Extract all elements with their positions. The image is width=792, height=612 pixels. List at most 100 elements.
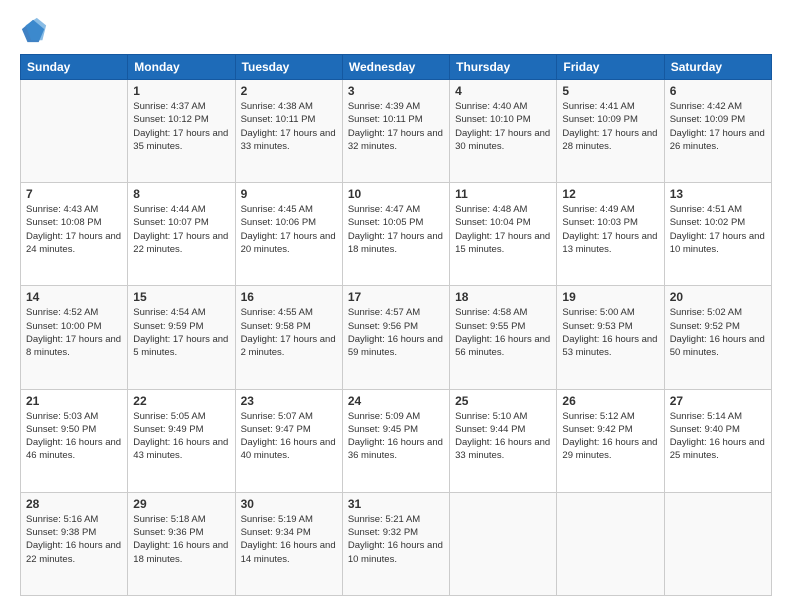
day-info: Sunrise: 4:41 AM Sunset: 10:09 PM Daylig… — [562, 100, 658, 153]
calendar-day-cell — [664, 492, 771, 595]
header-day: Tuesday — [235, 55, 342, 80]
header-day: Thursday — [450, 55, 557, 80]
day-info: Sunrise: 4:54 AM Sunset: 9:59 PM Dayligh… — [133, 306, 229, 359]
calendar-week-row: 14 Sunrise: 4:52 AM Sunset: 10:00 PM Dayl… — [21, 286, 772, 389]
day-number: 30 — [241, 497, 337, 511]
day-number: 17 — [348, 290, 444, 304]
day-info: Sunrise: 4:39 AM Sunset: 10:11 PM Daylig… — [348, 100, 444, 153]
day-info: Sunrise: 4:44 AM Sunset: 10:07 PM Daylig… — [133, 203, 229, 256]
day-number: 10 — [348, 187, 444, 201]
header-day: Friday — [557, 55, 664, 80]
calendar-day-cell: 20 Sunrise: 5:02 AM Sunset: 9:52 PM Dayli… — [664, 286, 771, 389]
calendar-day-cell: 14 Sunrise: 4:52 AM Sunset: 10:00 PM Dayl… — [21, 286, 128, 389]
calendar-day-cell: 23 Sunrise: 5:07 AM Sunset: 9:47 PM Dayli… — [235, 389, 342, 492]
calendar-table: SundayMondayTuesdayWednesdayThursdayFrid… — [20, 54, 772, 596]
day-number: 15 — [133, 290, 229, 304]
day-number: 9 — [241, 187, 337, 201]
calendar-day-cell: 17Sunrise: 4:57 AM Sunset: 9:56 PM Dayli… — [342, 286, 449, 389]
header-day: Sunday — [21, 55, 128, 80]
day-number: 23 — [241, 394, 337, 408]
calendar-week-row: 7 Sunrise: 4:43 AM Sunset: 10:08 PM Dayli… — [21, 183, 772, 286]
calendar-day-cell: 30 Sunrise: 5:19 AM Sunset: 9:34 PM Dayli… — [235, 492, 342, 595]
day-number: 8 — [133, 187, 229, 201]
day-number: 2 — [241, 84, 337, 98]
day-number: 19 — [562, 290, 658, 304]
calendar-day-cell: 1Sunrise: 4:37 AM Sunset: 10:12 PM Dayli… — [128, 80, 235, 183]
logo-icon — [20, 16, 48, 44]
calendar-day-cell: 19 Sunrise: 5:00 AM Sunset: 9:53 PM Dayli… — [557, 286, 664, 389]
day-number: 5 — [562, 84, 658, 98]
day-info: Sunrise: 4:55 AM Sunset: 9:58 PM Dayligh… — [241, 306, 337, 359]
calendar-day-cell: 29 Sunrise: 5:18 AM Sunset: 9:36 PM Dayli… — [128, 492, 235, 595]
day-number: 11 — [455, 187, 551, 201]
calendar-day-cell — [21, 80, 128, 183]
day-info: Sunrise: 4:48 AM Sunset: 10:04 PM Daylig… — [455, 203, 551, 256]
day-info: Sunrise: 5:14 AM Sunset: 9:40 PM Dayligh… — [670, 410, 766, 463]
calendar-day-cell: 21 Sunrise: 5:03 AM Sunset: 9:50 PM Dayli… — [21, 389, 128, 492]
day-info: Sunrise: 5:09 AM Sunset: 9:45 PM Dayligh… — [348, 410, 444, 463]
day-number: 22 — [133, 394, 229, 408]
logo — [20, 16, 52, 44]
calendar-day-cell: 7 Sunrise: 4:43 AM Sunset: 10:08 PM Dayli… — [21, 183, 128, 286]
day-number: 7 — [26, 187, 122, 201]
day-info: Sunrise: 4:49 AM Sunset: 10:03 PM Daylig… — [562, 203, 658, 256]
day-info: Sunrise: 5:21 AM Sunset: 9:32 PM Dayligh… — [348, 513, 444, 566]
day-number: 25 — [455, 394, 551, 408]
day-info: Sunrise: 4:47 AM Sunset: 10:05 PM Daylig… — [348, 203, 444, 256]
day-info: Sunrise: 5:19 AM Sunset: 9:34 PM Dayligh… — [241, 513, 337, 566]
calendar-day-cell: 26 Sunrise: 5:12 AM Sunset: 9:42 PM Dayli… — [557, 389, 664, 492]
calendar-day-cell: 22Sunrise: 5:05 AM Sunset: 9:49 PM Dayli… — [128, 389, 235, 492]
day-info: Sunrise: 4:38 AM Sunset: 10:11 PM Daylig… — [241, 100, 337, 153]
day-number: 29 — [133, 497, 229, 511]
calendar-body: 1Sunrise: 4:37 AM Sunset: 10:12 PM Dayli… — [21, 80, 772, 596]
day-number: 14 — [26, 290, 122, 304]
header — [20, 16, 772, 44]
day-number: 4 — [455, 84, 551, 98]
calendar-day-cell: 24 Sunrise: 5:09 AM Sunset: 9:45 PM Dayli… — [342, 389, 449, 492]
day-number: 12 — [562, 187, 658, 201]
day-number: 26 — [562, 394, 658, 408]
calendar-day-cell — [557, 492, 664, 595]
calendar-day-cell: 12 Sunrise: 4:49 AM Sunset: 10:03 PM Dayl… — [557, 183, 664, 286]
calendar-day-cell: 9 Sunrise: 4:45 AM Sunset: 10:06 PM Dayli… — [235, 183, 342, 286]
page: SundayMondayTuesdayWednesdayThursdayFrid… — [0, 0, 792, 612]
day-info: Sunrise: 5:07 AM Sunset: 9:47 PM Dayligh… — [241, 410, 337, 463]
calendar-day-cell: 31Sunrise: 5:21 AM Sunset: 9:32 PM Dayli… — [342, 492, 449, 595]
header-day: Wednesday — [342, 55, 449, 80]
day-number: 21 — [26, 394, 122, 408]
calendar-day-cell — [450, 492, 557, 595]
day-number: 6 — [670, 84, 766, 98]
day-info: Sunrise: 4:45 AM Sunset: 10:06 PM Daylig… — [241, 203, 337, 256]
day-number: 27 — [670, 394, 766, 408]
calendar-day-cell: 27 Sunrise: 5:14 AM Sunset: 9:40 PM Dayli… — [664, 389, 771, 492]
calendar-day-cell: 10 Sunrise: 4:47 AM Sunset: 10:05 PM Dayl… — [342, 183, 449, 286]
day-number: 13 — [670, 187, 766, 201]
calendar-day-cell: 25 Sunrise: 5:10 AM Sunset: 9:44 PM Dayli… — [450, 389, 557, 492]
calendar-header: SundayMondayTuesdayWednesdayThursdayFrid… — [21, 55, 772, 80]
day-number: 20 — [670, 290, 766, 304]
calendar-day-cell: 13Sunrise: 4:51 AM Sunset: 10:02 PM Dayl… — [664, 183, 771, 286]
day-info: Sunrise: 5:00 AM Sunset: 9:53 PM Dayligh… — [562, 306, 658, 359]
day-info: Sunrise: 4:52 AM Sunset: 10:00 PM Daylig… — [26, 306, 122, 359]
day-number: 1 — [133, 84, 229, 98]
calendar-day-cell: 18 Sunrise: 4:58 AM Sunset: 9:55 PM Dayli… — [450, 286, 557, 389]
calendar-week-row: 1Sunrise: 4:37 AM Sunset: 10:12 PM Dayli… — [21, 80, 772, 183]
calendar-day-cell: 5 Sunrise: 4:41 AM Sunset: 10:09 PM Dayli… — [557, 80, 664, 183]
day-info: Sunrise: 4:43 AM Sunset: 10:08 PM Daylig… — [26, 203, 122, 256]
day-info: Sunrise: 5:02 AM Sunset: 9:52 PM Dayligh… — [670, 306, 766, 359]
day-number: 24 — [348, 394, 444, 408]
day-number: 16 — [241, 290, 337, 304]
day-info: Sunrise: 4:42 AM Sunset: 10:09 PM Daylig… — [670, 100, 766, 153]
day-info: Sunrise: 5:12 AM Sunset: 9:42 PM Dayligh… — [562, 410, 658, 463]
calendar-day-cell: 11 Sunrise: 4:48 AM Sunset: 10:04 PM Dayl… — [450, 183, 557, 286]
calendar-day-cell: 28Sunrise: 5:16 AM Sunset: 9:38 PM Dayli… — [21, 492, 128, 595]
calendar-day-cell: 16 Sunrise: 4:55 AM Sunset: 9:58 PM Dayli… — [235, 286, 342, 389]
day-info: Sunrise: 5:03 AM Sunset: 9:50 PM Dayligh… — [26, 410, 122, 463]
calendar-day-cell: 3Sunrise: 4:39 AM Sunset: 10:11 PM Dayli… — [342, 80, 449, 183]
day-info: Sunrise: 5:10 AM Sunset: 9:44 PM Dayligh… — [455, 410, 551, 463]
day-info: Sunrise: 4:40 AM Sunset: 10:10 PM Daylig… — [455, 100, 551, 153]
header-row: SundayMondayTuesdayWednesdayThursdayFrid… — [21, 55, 772, 80]
day-info: Sunrise: 4:58 AM Sunset: 9:55 PM Dayligh… — [455, 306, 551, 359]
day-number: 18 — [455, 290, 551, 304]
day-info: Sunrise: 5:18 AM Sunset: 9:36 PM Dayligh… — [133, 513, 229, 566]
